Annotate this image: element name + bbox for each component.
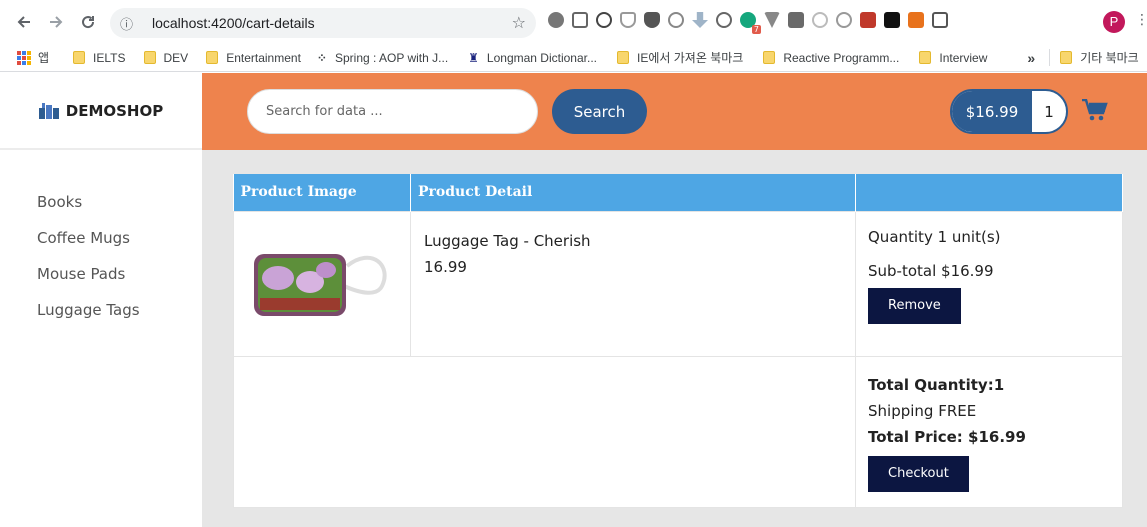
product-actions-cell: Quantity 1 unit(s) Sub-total $16.99 Remo… [855, 210, 1123, 357]
bookmark-label: DEV [163, 50, 189, 65]
bookmark-apps[interactable]: 앱 [0, 49, 49, 66]
folder-icon [919, 51, 932, 64]
bookmark-label: Spring : AOP with J... [334, 50, 449, 65]
grammarly-icon[interactable]: 7 [740, 12, 761, 34]
shop-icon [38, 102, 59, 119]
folder-icon [763, 51, 776, 64]
book-icon[interactable] [860, 12, 876, 28]
longman-icon: ♜ [468, 50, 479, 65]
bookmarks-bar: 앱 IELTS DEV Entertainment ⁘ Spring : AOP … [0, 44, 1147, 72]
spring-icon: ⁘ [316, 50, 327, 65]
folder-icon [143, 51, 156, 64]
address-bar[interactable]: ⓘ localhost:4200/cart-details ☆ [110, 8, 536, 38]
bookmark-label: 앱 [38, 51, 50, 65]
bookmark-label: IELTS [93, 50, 126, 65]
bookmark-label: Reactive Programm... [783, 50, 900, 65]
apps-icon [17, 50, 31, 65]
code-icon[interactable] [716, 12, 732, 28]
bookmark-folder[interactable]: IELTS [73, 50, 126, 65]
cube-icon[interactable] [932, 12, 948, 28]
table-row: Luggage Tag - Cherish 16.99 Quantity 1 u… [233, 210, 1123, 357]
info-icon[interactable]: ⓘ [120, 14, 140, 33]
sidebar: Books Coffee Mugs Mouse Pads Luggage Tag… [0, 150, 202, 527]
bookmark-link[interactable]: ⁘ Spring : AOP with J... [317, 51, 448, 65]
total-quantity: Total Quantity:1 [868, 375, 1005, 394]
cart-price: $16.99 [952, 91, 1032, 132]
menu-icon[interactable]: ⋮ [1135, 12, 1147, 28]
shipping-info: Shipping FREE [868, 401, 977, 420]
bookmark-label: 기타 북마크 [1080, 51, 1139, 65]
extension-icon[interactable] [572, 12, 588, 28]
total-price: Total Price: $16.99 [868, 427, 1026, 446]
terminal-icon[interactable] [884, 12, 900, 28]
header: Search $16.99 1 [202, 73, 1147, 150]
extension-icon[interactable] [908, 12, 924, 28]
header-product-image: Product Image [233, 174, 411, 211]
bookmark-folder[interactable]: DEV [143, 50, 189, 65]
category-luggage-tags[interactable]: Luggage Tags [0, 302, 202, 338]
bookmark-label: Longman Dictionar... [486, 50, 597, 65]
product-image[interactable] [252, 246, 392, 320]
other-bookmarks[interactable]: 기타 북마크 [1049, 49, 1139, 66]
product-image-cell [233, 210, 411, 357]
product-name[interactable]: Luggage Tag - Cherish [424, 228, 842, 254]
header-actions [855, 174, 1123, 211]
globe-icon[interactable] [668, 12, 684, 28]
reload-icon[interactable] [72, 6, 104, 38]
summary-row: Total Quantity:1 Shipping FREE Total Pri… [233, 355, 1123, 508]
item-quantity: Quantity 1 unit(s) [868, 227, 1001, 246]
url-text[interactable]: localhost:4200/cart-details [152, 15, 315, 31]
totals-cell: Total Quantity:1 Shipping FREE Total Pri… [855, 355, 1123, 508]
bookmark-link[interactable]: ♜ Longman Dictionar... [468, 51, 597, 65]
brand-logo[interactable]: DEMOSHOP [0, 73, 202, 150]
bookmarks-overflow-button[interactable]: » [1027, 50, 1035, 66]
forward-icon[interactable] [40, 6, 72, 38]
bookmark-folder[interactable]: Interview [919, 51, 987, 65]
cart-summary[interactable]: $16.99 1 [950, 89, 1068, 134]
bookmark-label: IE에서 가져온 북마크 [636, 51, 744, 65]
empty-cell [233, 355, 856, 508]
folder-icon [616, 51, 629, 64]
cart-table: Product Image Product Detail Luggage Tag… [233, 174, 1123, 508]
bookmark-label: Entertainment [226, 50, 301, 65]
ublock-icon[interactable] [644, 12, 660, 28]
bookmark-folder[interactable]: Reactive Programm... [763, 51, 899, 65]
category-coffee-mugs[interactable]: Coffee Mugs [0, 230, 202, 266]
download-icon[interactable] [692, 12, 708, 28]
folder-icon [73, 51, 86, 64]
folder-icon [1060, 51, 1073, 64]
browser-toolbar: ⓘ localhost:4200/cart-details ☆ 7 P ⋮ [0, 0, 1147, 44]
category-books[interactable]: Books [0, 194, 202, 230]
cart-icon[interactable] [1082, 98, 1108, 125]
cart-count: 1 [1044, 102, 1054, 121]
product-price: 16.99 [424, 257, 467, 276]
header-product-detail: Product Detail [410, 174, 856, 211]
extension-icon[interactable] [788, 12, 804, 28]
folder-icon [206, 51, 219, 64]
product-detail-cell: Luggage Tag - Cherish 16.99 [410, 210, 856, 357]
item-subtotal: Sub-total $16.99 [868, 261, 994, 280]
bookmark-folder[interactable]: IE에서 가져온 북마크 [616, 49, 744, 66]
remove-button[interactable]: Remove [868, 287, 961, 324]
bookmark-label: Interview [939, 50, 988, 65]
back-icon[interactable] [8, 6, 40, 38]
search-input[interactable] [247, 89, 538, 134]
checkout-button[interactable]: Checkout [868, 455, 969, 492]
extension-icon[interactable] [812, 12, 828, 28]
bookmark-star-icon[interactable]: ☆ [512, 13, 526, 32]
extension-icon[interactable] [548, 12, 564, 28]
app-root: DEMOSHOP Search $16.99 1 Books Coffee Mu… [0, 73, 1147, 527]
extension-badge: 7 [751, 25, 761, 34]
extensions-bar: 7 [548, 12, 948, 34]
react-icon[interactable] [836, 12, 852, 28]
extension-icon[interactable] [596, 12, 612, 28]
profile-avatar[interactable]: P [1103, 11, 1125, 33]
brand-name: DEMOSHOP [65, 101, 164, 120]
pocket-icon[interactable] [620, 12, 636, 28]
bookmark-folder[interactable]: Entertainment [206, 51, 301, 65]
vue-icon[interactable] [764, 12, 780, 28]
search-button[interactable]: Search [552, 89, 647, 134]
category-mouse-pads[interactable]: Mouse Pads [0, 266, 202, 302]
